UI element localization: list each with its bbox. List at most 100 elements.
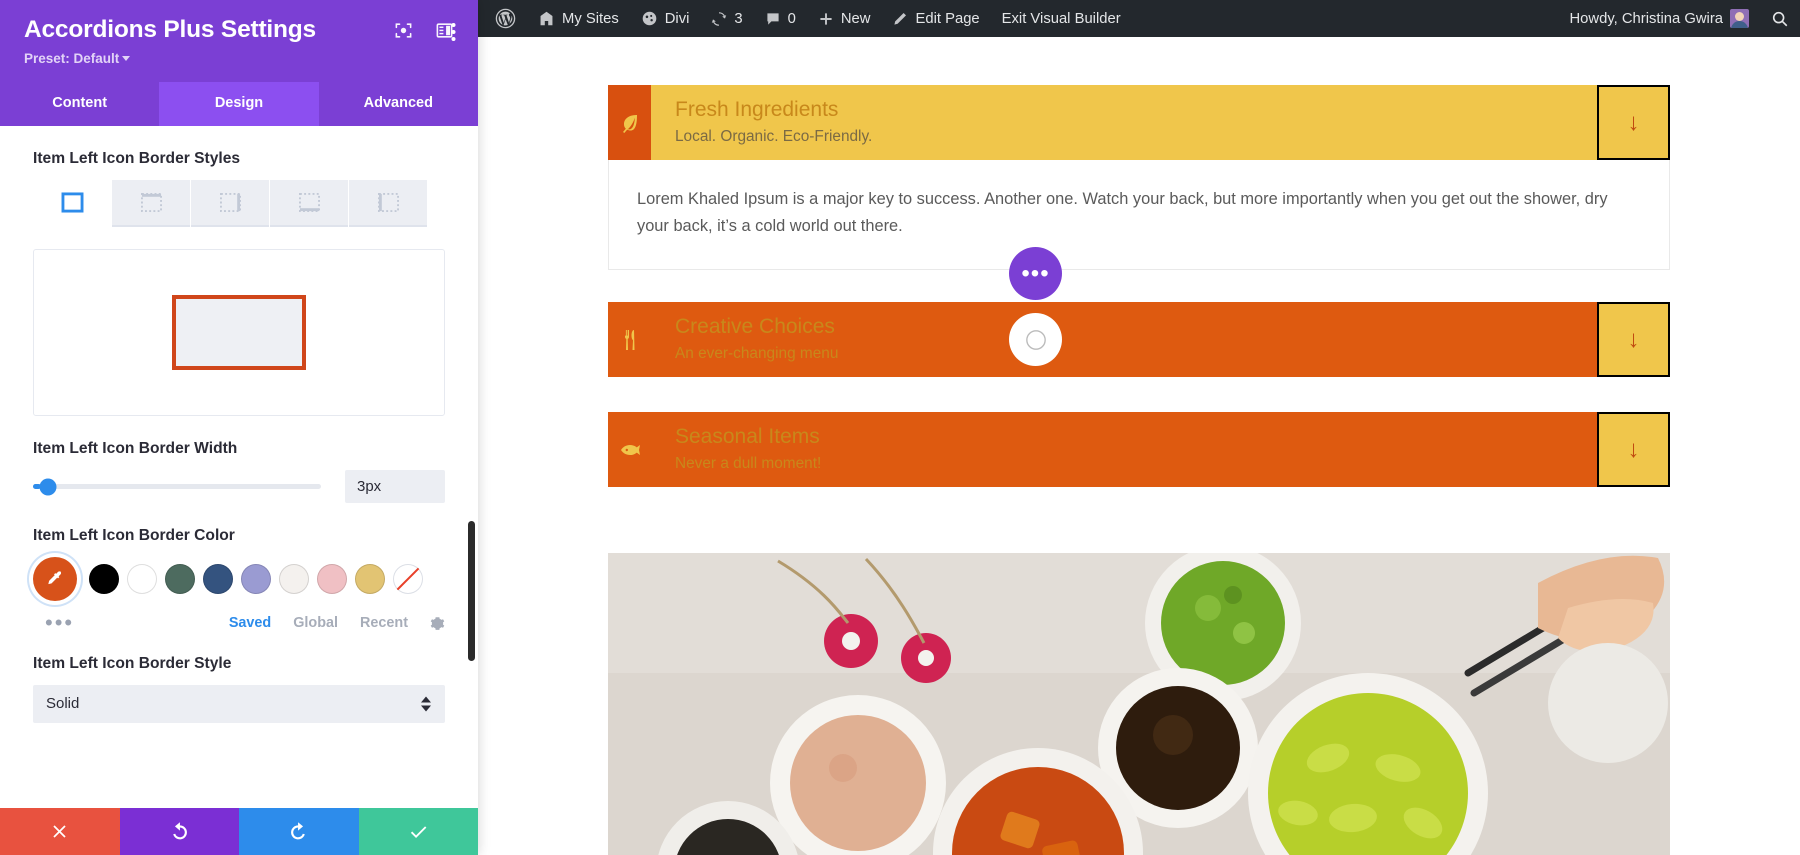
- more-colors-button[interactable]: •••: [33, 612, 74, 634]
- updates-item[interactable]: 3: [700, 0, 753, 37]
- fab-secondary[interactable]: [1009, 313, 1062, 366]
- border-style-select-wrap: Solid: [33, 685, 445, 724]
- swatch-gold[interactable]: [355, 564, 385, 595]
- border-styles-label: Item Left Icon Border Styles: [33, 150, 241, 168]
- exit-visual-builder-label: Exit Visual Builder: [1001, 10, 1121, 27]
- update-arrows-icon: [712, 11, 727, 26]
- accordion-toggle-2[interactable]: ↓: [1597, 302, 1670, 378]
- howdy-label: Howdy, Christina Gwira: [1569, 10, 1724, 27]
- food-photo-image: [608, 553, 1670, 855]
- border-style-all-sides-button[interactable]: [33, 180, 111, 228]
- swatch-pink[interactable]: [317, 564, 347, 595]
- accordion-body-1: Lorem Khaled Ipsum is a major key to suc…: [608, 160, 1670, 271]
- buildings-icon: [540, 11, 553, 26]
- swatch-meta-row: ••• Saved Global Recent: [33, 612, 445, 634]
- plus-icon: [820, 12, 832, 25]
- redo-icon: [291, 822, 306, 840]
- panel-header: Accordions Plus Settings Preset: Default: [0, 0, 478, 83]
- border-style-right-button[interactable]: [191, 180, 269, 228]
- preset-selector[interactable]: Preset: Default: [24, 51, 454, 82]
- accordion-subtitle-2: An ever-changing menu: [675, 345, 839, 363]
- wordpress-logo-item[interactable]: [484, 0, 527, 37]
- pencil-icon: [894, 12, 907, 25]
- accordion-icon-cell-1: [608, 85, 651, 160]
- edit-page-label: Edit Page: [915, 10, 980, 27]
- swatch-navy[interactable]: [203, 564, 233, 595]
- comment-bubble-icon: [767, 12, 779, 25]
- field-border-width: Item Left Icon Border Width: [33, 440, 445, 504]
- kebab-dots-icon: [451, 23, 456, 41]
- wp-admin-bar: My Sites Divi 3 0 New Edit Page Exit Vis…: [478, 0, 1800, 37]
- divi-item[interactable]: Divi: [630, 0, 701, 37]
- accordion-header-2[interactable]: Creative Choices An ever-changing menu ↓: [608, 302, 1670, 378]
- tab-design[interactable]: Design: [159, 82, 319, 127]
- accordion-item-2: Creative Choices An ever-changing menu ↓: [608, 302, 1670, 378]
- border-style-top-button[interactable]: [112, 180, 190, 228]
- my-sites-label: My Sites: [562, 10, 619, 27]
- panel-scrollbar[interactable]: [468, 521, 475, 662]
- swatch-tab-recent[interactable]: Recent: [360, 615, 408, 631]
- avatar: [1730, 9, 1749, 28]
- tab-content[interactable]: Content: [0, 82, 159, 126]
- accordion-text-3: Seasonal Items Never a dull moment!: [651, 412, 1597, 487]
- swatch-black[interactable]: [89, 564, 119, 595]
- edit-page-item[interactable]: Edit Page: [881, 0, 990, 37]
- comments-count: 0: [787, 10, 796, 27]
- border-width-input[interactable]: [345, 470, 445, 504]
- border-preview-box: [33, 249, 445, 417]
- comments-item[interactable]: 0: [754, 0, 807, 37]
- chevron-down-icon: [122, 56, 131, 62]
- page-settings-fab[interactable]: •••: [1009, 247, 1062, 300]
- color-picker-button[interactable]: [33, 557, 77, 602]
- field-border-style: Item Left Icon Border Style Solid: [33, 655, 445, 724]
- new-item[interactable]: New: [807, 0, 882, 37]
- border-style-left-button[interactable]: [349, 180, 427, 228]
- undo-icon: [172, 822, 187, 840]
- swatch-periwinkle[interactable]: [241, 564, 271, 595]
- divi-label: Divi: [664, 10, 690, 27]
- swatch-tab-global[interactable]: Global: [293, 615, 338, 631]
- admin-bar-right: Howdy, Christina Gwira: [1559, 0, 1800, 37]
- swatch-tab-saved[interactable]: Saved: [229, 615, 271, 631]
- accordion-toggle-3[interactable]: ↓: [1597, 412, 1670, 488]
- gear-icon[interactable]: [430, 616, 445, 631]
- cutlery-icon: [624, 329, 634, 350]
- page-canvas: Fresh Ingredients Local. Organic. Eco-Fr…: [478, 37, 1800, 855]
- leaf-icon: [622, 114, 637, 133]
- new-label: New: [840, 10, 871, 27]
- accordion-subtitle-3: Never a dull moment!: [675, 455, 822, 473]
- border-bottom-icon: [298, 193, 320, 213]
- border-width-slider[interactable]: [33, 478, 321, 496]
- color-swatches: [33, 557, 445, 602]
- my-sites-item[interactable]: My Sites: [527, 0, 630, 37]
- save-button[interactable]: [358, 808, 478, 855]
- border-style-select[interactable]: Solid: [33, 685, 445, 724]
- swatch-white[interactable]: [127, 564, 157, 595]
- search-button[interactable]: [1760, 0, 1800, 37]
- border-style-bottom-button[interactable]: [270, 180, 348, 228]
- discard-button[interactable]: [0, 808, 120, 855]
- swatch-none[interactable]: [393, 564, 423, 595]
- accordion-item-1: Fresh Ingredients Local. Organic. Eco-Fr…: [608, 85, 1670, 271]
- accordion-title-1: Fresh Ingredients: [675, 97, 839, 121]
- accordion-header-3[interactable]: Seasonal Items Never a dull moment! ↓: [608, 412, 1670, 488]
- accordion-header-1[interactable]: Fresh Ingredients Local. Organic. Eco-Fr…: [608, 85, 1670, 160]
- undo-button[interactable]: [119, 808, 239, 855]
- focus-target-icon[interactable]: [394, 21, 413, 40]
- accordion-toggle-1[interactable]: ↓: [1597, 85, 1670, 160]
- kebab-menu-icon[interactable]: [451, 22, 456, 47]
- accordion-title-2: Creative Choices: [675, 314, 835, 338]
- redo-button[interactable]: [239, 808, 359, 855]
- exit-visual-builder-item[interactable]: Exit Visual Builder: [991, 0, 1132, 37]
- x-icon: [53, 825, 66, 838]
- field-border-styles: Item Left Icon Border Styles: [33, 150, 445, 417]
- accordion-title-3: Seasonal Items: [675, 424, 820, 448]
- swatch-green[interactable]: [165, 564, 195, 595]
- slider-handle[interactable]: [39, 478, 57, 496]
- swatch-offwhite[interactable]: [279, 564, 309, 595]
- border-right-icon: [219, 193, 241, 213]
- search-icon: [1772, 11, 1788, 26]
- preset-label: Preset: Default: [24, 51, 120, 67]
- howdy-item[interactable]: Howdy, Christina Gwira: [1559, 0, 1761, 37]
- tab-advanced[interactable]: Advanced: [319, 82, 478, 126]
